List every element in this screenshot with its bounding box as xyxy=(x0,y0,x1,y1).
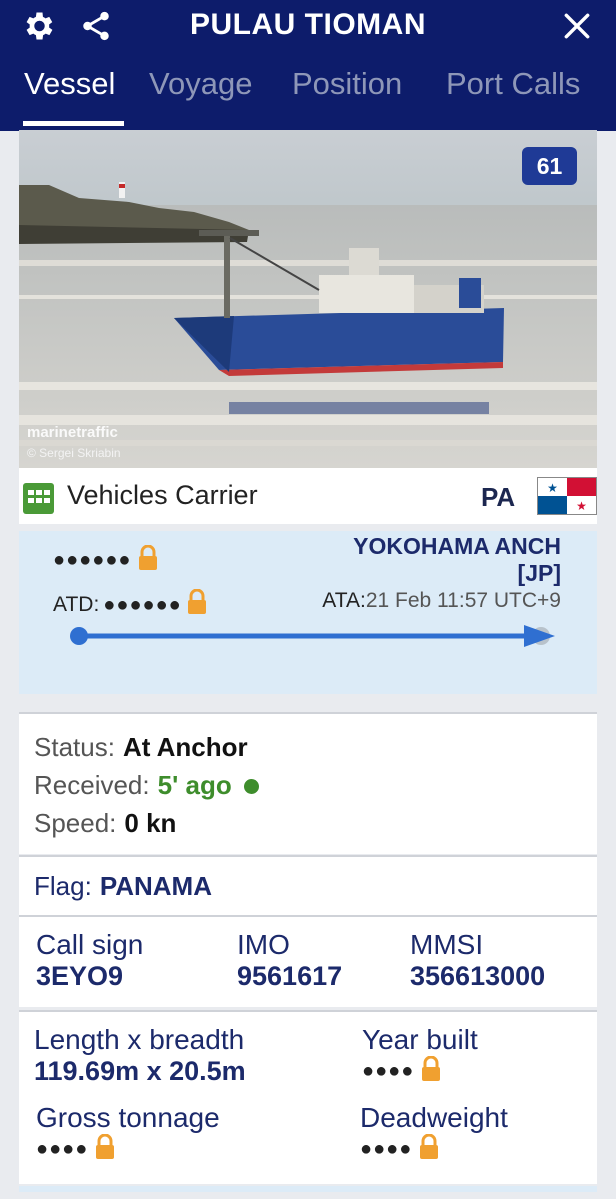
flag-value: PANAMA xyxy=(99,871,212,901)
ata-label: ATA: xyxy=(322,589,366,612)
vessel-photo[interactable] xyxy=(19,130,597,468)
gross-label: Gross tonnage xyxy=(36,1102,220,1133)
imo-label: IMO xyxy=(237,929,290,960)
route-progress xyxy=(69,621,569,651)
active-tab-indicator xyxy=(23,121,124,126)
photo-count-badge[interactable]: 61 xyxy=(522,147,577,185)
voyage-summary[interactable]: ●●●●●● YOKOHAMA ANCH [JP] ATD: ●●●●●● AT… xyxy=(19,531,597,694)
deadweight-field: Deadweight ●●●● xyxy=(360,1102,508,1165)
svg-text:★: ★ xyxy=(576,499,587,513)
callsign-field: Call sign 3EYO9 xyxy=(36,929,143,992)
deadweight-label: Deadweight xyxy=(360,1102,508,1133)
atd-row: ATD: ●●●●●● xyxy=(53,588,208,621)
lock-icon xyxy=(420,1055,442,1087)
vehicle-grid-icon xyxy=(23,483,54,514)
identifiers-panel: Call sign 3EYO9 IMO 9561617 MMSI 3566130… xyxy=(19,917,597,1007)
callsign-label: Call sign xyxy=(36,929,144,960)
svg-text:★: ★ xyxy=(547,481,558,495)
destination-name: YOKOHAMA ANCH xyxy=(353,533,561,559)
imo-value: 9561617 xyxy=(237,961,343,991)
deadweight-hidden: ●●●● xyxy=(360,1138,413,1160)
tab-vessel[interactable]: Vessel xyxy=(24,66,115,102)
vessel-details-screen: PULAU TIOMAN Vessel Voyage Position Port… xyxy=(0,0,616,1199)
received-row: Received: 5' ago xyxy=(34,770,259,801)
ata-row: ATA:21 Feb 11:57 UTC+9 xyxy=(322,589,561,613)
lock-icon xyxy=(94,1133,116,1165)
flag-label: Flag: xyxy=(34,871,92,901)
close-icon[interactable] xyxy=(557,6,597,46)
vessel-type-label: Vehicles Carrier xyxy=(67,480,258,510)
received-label: Received: xyxy=(34,770,150,800)
status-row: Status: At Anchor xyxy=(34,732,248,763)
speed-row: Speed: 0 kn xyxy=(34,808,176,839)
lock-icon xyxy=(137,544,159,576)
speed-value: 0 kn xyxy=(124,808,177,838)
gross-value-row: ●●●● xyxy=(36,1133,220,1165)
mmsi-label: MMSI xyxy=(410,929,484,960)
marinetraffic-watermark: marinetraffic xyxy=(27,424,118,441)
year-label: Year built xyxy=(362,1024,478,1055)
lock-icon xyxy=(186,588,208,621)
dimensions-panel: Length x breadth 119.69m x 20.5m Year bu… xyxy=(19,1012,597,1184)
departure-hidden: ●●●●●● xyxy=(53,549,132,571)
photo-credit: © Sergei Skriabin xyxy=(27,446,121,460)
destination-country: [JP] xyxy=(517,560,561,586)
mmsi-value: 356613000 xyxy=(410,961,546,991)
speed-label: Speed: xyxy=(34,808,117,838)
panama-flag-icon: ★ ★ xyxy=(537,477,597,515)
flag-panel: Flag: PANAMA xyxy=(19,857,597,915)
received-value: 5' ago xyxy=(157,770,232,800)
flag-row: Flag: PANAMA xyxy=(34,871,212,902)
status-panel: Status: At Anchor Received: 5' ago Speed… xyxy=(19,714,597,854)
flag-code: PA xyxy=(481,482,516,512)
callsign-value: 3EYO9 xyxy=(36,961,124,991)
vessel-title: PULAU TIOMAN xyxy=(190,8,426,41)
year-value-row: ●●●● xyxy=(362,1055,478,1087)
gross-hidden: ●●●● xyxy=(36,1138,89,1160)
tab-position[interactable]: Position xyxy=(292,66,402,102)
next-section-edge xyxy=(19,1186,597,1192)
deadweight-value-row: ●●●● xyxy=(360,1133,508,1165)
atd-label: ATD: xyxy=(53,593,100,616)
header-bar: PULAU TIOMAN Vessel Voyage Position Port… xyxy=(0,0,616,131)
departure-port: ●●●●●● xyxy=(53,544,159,576)
online-dot-icon xyxy=(243,779,259,794)
atd-hidden: ●●●●●● xyxy=(103,593,182,616)
tab-bar: Vessel Voyage Position Port Calls xyxy=(0,62,616,128)
tab-port-calls[interactable]: Port Calls xyxy=(446,66,580,102)
year-field: Year built ●●●● xyxy=(362,1024,478,1087)
imo-field: IMO 9561617 xyxy=(237,929,342,992)
length-field: Length x breadth 119.69m x 20.5m xyxy=(34,1024,246,1087)
ata-value: 21 Feb 11:57 UTC+9 xyxy=(365,589,561,612)
vessel-type-row: Vehicles Carrier PA ★ ★ xyxy=(19,468,597,524)
mmsi-field: MMSI 356613000 xyxy=(410,929,545,992)
length-label: Length x breadth xyxy=(34,1024,245,1055)
gross-tonnage-field: Gross tonnage ●●●● xyxy=(36,1102,220,1165)
year-hidden: ●●●● xyxy=(362,1060,415,1082)
status-value: At Anchor xyxy=(122,732,248,762)
destination-port: YOKOHAMA ANCH [JP] xyxy=(353,533,561,587)
tab-voyage[interactable]: Voyage xyxy=(149,66,252,102)
length-value: 119.69m x 20.5m xyxy=(34,1056,246,1086)
status-label: Status: xyxy=(34,732,115,762)
lock-icon xyxy=(418,1133,440,1165)
